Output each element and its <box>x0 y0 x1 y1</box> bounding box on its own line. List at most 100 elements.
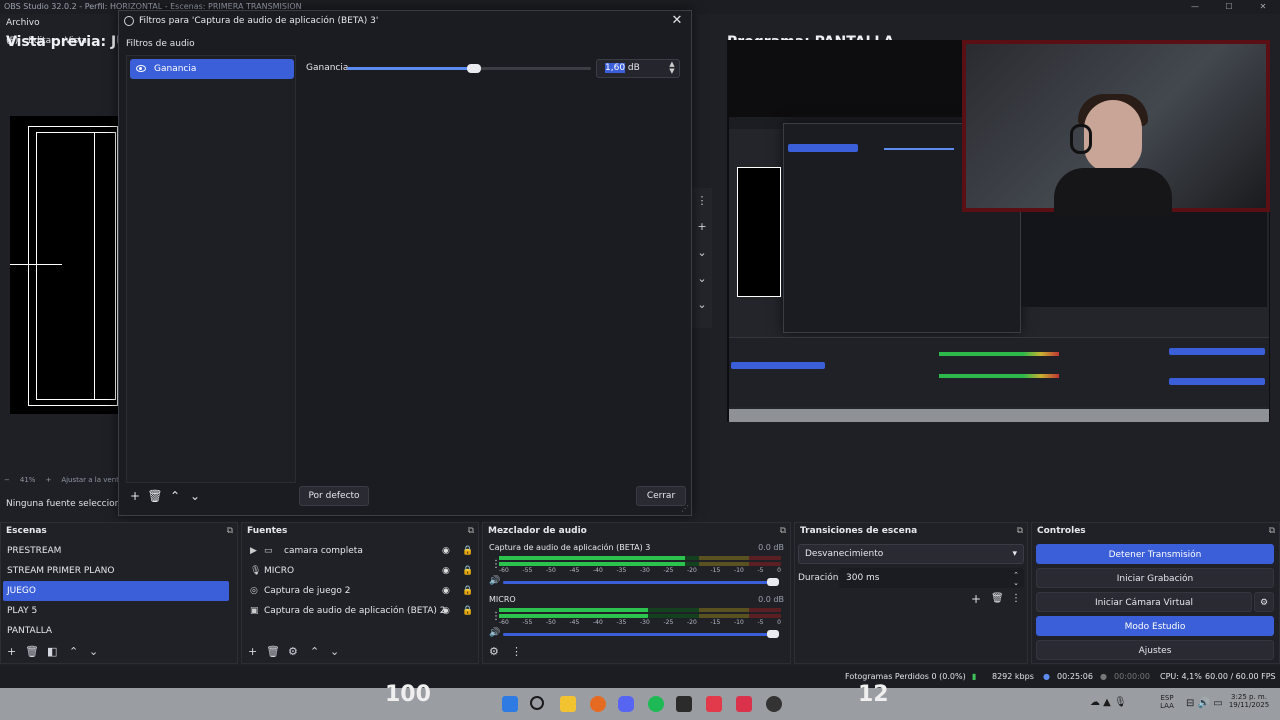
close-window-icon[interactable]: ✕ <box>1246 0 1280 14</box>
volume-slider[interactable] <box>503 630 779 638</box>
gear-icon[interactable]: ⚙ <box>288 645 298 658</box>
meter-tick: -50 <box>546 567 556 574</box>
minimize-icon[interactable]: — <box>1178 0 1212 14</box>
valorant-icon[interactable] <box>736 696 752 712</box>
discord-icon[interactable] <box>618 696 634 712</box>
chevron-down-icon[interactable]: ⌄ <box>692 266 712 292</box>
eye-icon[interactable]: ◉ <box>442 561 450 581</box>
add-icon[interactable]: + <box>971 592 981 606</box>
preview-canvas[interactable] <box>10 116 118 414</box>
scene-item[interactable]: PLAY 5 <box>3 601 229 621</box>
volume-slider-handle[interactable] <box>767 578 779 586</box>
meter-tick: -60 <box>499 567 509 574</box>
lock-icon[interactable]: 🔒 <box>462 561 473 581</box>
more-icon[interactable]: ⋮ <box>511 645 522 658</box>
scene-item[interactable]: STREAM PRIMER PLANO <box>3 561 229 581</box>
scene-item[interactable]: PRESTREAM <box>3 541 229 561</box>
more-icon[interactable]: ⋮ <box>692 188 712 214</box>
resize-grip-icon[interactable]: ⋰ <box>681 504 689 513</box>
stop-streaming-button[interactable]: Detener Transmisión <box>1036 544 1274 564</box>
filter-icon[interactable]: ◧ <box>47 645 57 658</box>
volume-icon[interactable]: 🔊 <box>489 576 500 586</box>
trash-icon[interactable]: 🗑 <box>25 645 39 658</box>
expand-arrow-icon[interactable]: ▶ <box>250 541 257 561</box>
tray-icons[interactable]: ☁ ▲ 🎙 <box>1090 697 1127 708</box>
source-label: Captura de audio de aplicación (BETA) 2 <box>264 606 446 616</box>
dialog-close-icon[interactable]: ✕ <box>669 13 685 29</box>
transition-select[interactable]: Desvanecimiento ▾ <box>798 544 1024 564</box>
close-button[interactable]: Cerrar <box>636 486 686 506</box>
undock-icon[interactable]: ⧉ <box>468 523 474 539</box>
move-down-icon[interactable]: ⌄ <box>186 488 204 504</box>
source-row[interactable]: ▣ Captura de audio de aplicación (BETA) 2… <box>248 601 480 621</box>
move-down-icon[interactable]: ⌄ <box>330 645 339 658</box>
spotify-icon[interactable] <box>648 696 664 712</box>
gain-label: Ganancia <box>306 63 349 73</box>
scene-item[interactable]: PANTALLA <box>3 621 229 641</box>
spin-arrows-icon[interactable]: ▲ ▼ <box>667 61 677 76</box>
advanced-audio-icon[interactable]: ⚙ <box>489 645 499 658</box>
audio-meter <box>499 556 781 560</box>
volume-slider-handle[interactable] <box>767 630 779 638</box>
add-icon[interactable]: + <box>248 645 257 658</box>
lock-icon[interactable]: 🔒 <box>462 541 473 561</box>
gear-icon[interactable]: ⚙ <box>1254 592 1274 612</box>
move-up-icon[interactable]: ⌃ <box>310 645 319 658</box>
start-virtual-camera-button[interactable]: Iniciar Cámara Virtual <box>1036 592 1252 612</box>
clock[interactable]: 3:25 p. m. 19/11/2025 <box>1222 693 1276 709</box>
trash-icon[interactable]: 🗑 <box>991 593 1004 604</box>
language-indicator[interactable]: ESP LAA <box>1152 694 1182 710</box>
chevron-down-icon[interactable]: ⌄ <box>692 292 712 318</box>
remove-filter-icon[interactable]: 🗑 <box>146 488 164 504</box>
spin-arrows-icon[interactable]: ⌃ ⌄ <box>1013 571 1019 587</box>
move-down-icon[interactable]: ⌄ <box>89 645 98 658</box>
undock-icon[interactable]: ⧉ <box>227 523 233 539</box>
start-recording-button[interactable]: Iniciar Grabación <box>1036 568 1274 588</box>
meter-ticks: -60 -55 -50 -45 -40 -35 -30 -25 -20 -15 -10 -5 0 <box>499 619 781 626</box>
epic-games-icon[interactable] <box>676 696 692 712</box>
eye-icon[interactable]: ◉ <box>442 541 450 561</box>
eye-icon[interactable]: ◉ <box>442 581 450 601</box>
zoom-in-icon[interactable]: + <box>45 476 51 484</box>
maximize-icon[interactable]: ☐ <box>1212 0 1246 14</box>
duration-spinbox[interactable]: 300 ms ⌃ ⌄ <box>839 568 1024 588</box>
chevron-down-icon[interactable]: ⌄ <box>692 240 712 266</box>
file-explorer-icon[interactable] <box>560 696 576 712</box>
settings-button[interactable]: Ajustes <box>1036 640 1274 660</box>
gain-slider[interactable] <box>347 64 591 73</box>
undock-icon[interactable]: ⧉ <box>1017 523 1023 539</box>
add-icon[interactable]: + <box>7 645 16 658</box>
obs-icon[interactable] <box>766 696 782 712</box>
network-volume-icons[interactable]: ⊟ 🔊 ▭ <box>1186 698 1223 709</box>
eye-icon[interactable]: ◉ <box>442 601 450 621</box>
lock-icon[interactable]: 🔒 <box>462 601 473 621</box>
filter-item-gain[interactable]: Ganancia <box>130 59 294 79</box>
nested-docks <box>729 337 1269 407</box>
undock-icon[interactable]: ⧉ <box>1269 523 1275 539</box>
scene-item-selected[interactable]: JUEGO <box>3 581 229 601</box>
source-row[interactable]: ◎ Captura de juego 2 ◉ 🔒 <box>248 581 480 601</box>
gain-spinbox[interactable]: 1,60 dB ▲ ▼ <box>596 59 680 78</box>
lock-icon[interactable]: 🔒 <box>462 581 473 601</box>
undock-icon[interactable]: ⧉ <box>780 523 786 539</box>
windows-start-icon[interactable] <box>502 696 518 712</box>
move-up-icon[interactable]: ⌃ <box>166 488 184 504</box>
duration-value: 300 ms <box>846 573 880 583</box>
search-icon[interactable] <box>530 696 544 710</box>
trash-icon[interactable]: 🗑 <box>266 645 280 658</box>
volume-slider[interactable] <box>503 578 779 586</box>
eye-icon[interactable] <box>136 65 146 72</box>
gain-slider-handle[interactable] <box>466 64 481 73</box>
move-up-icon[interactable]: ⌃ <box>69 645 78 658</box>
volume-icon[interactable]: 🔊 <box>489 628 500 638</box>
zoom-out-icon[interactable]: − <box>4 476 10 484</box>
default-button[interactable]: Por defecto <box>299 486 369 506</box>
studio-mode-button[interactable]: Modo Estudio <box>1036 616 1274 636</box>
more-icon[interactable]: ⋮ <box>1011 593 1021 604</box>
app-icon[interactable] <box>706 696 722 712</box>
add-icon[interactable]: + <box>692 214 712 240</box>
source-row[interactable]: 🎙 MICRO ◉ 🔒 <box>248 561 480 581</box>
add-filter-icon[interactable]: + <box>126 488 144 504</box>
firefox-icon[interactable] <box>590 696 606 712</box>
source-row[interactable]: ▶ camara completa ▭ ◉ 🔒 <box>248 541 480 561</box>
